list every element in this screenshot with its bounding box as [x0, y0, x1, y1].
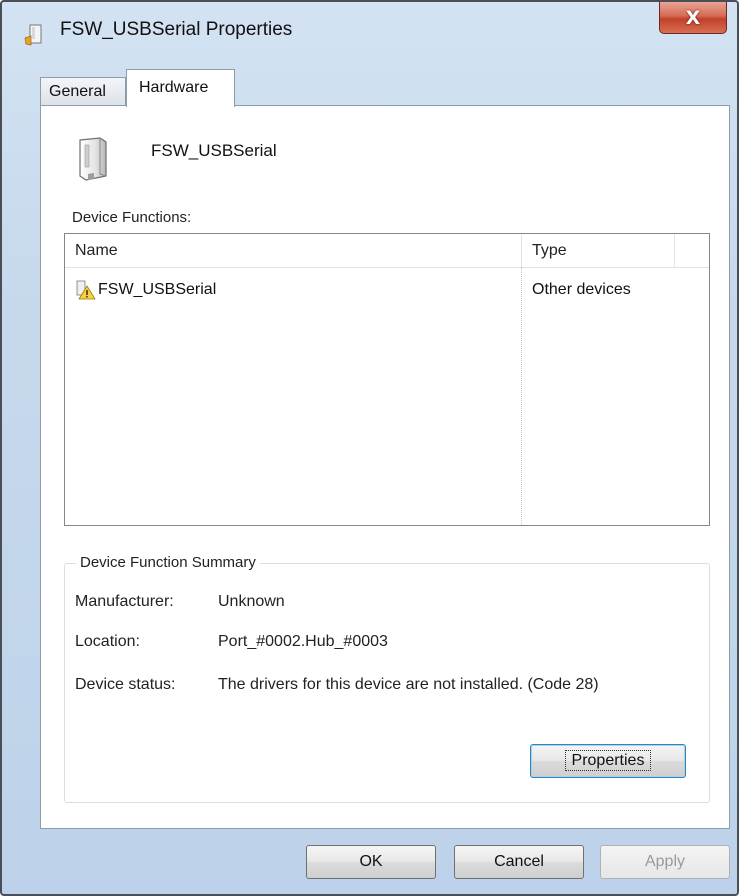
column-gridline: [521, 267, 522, 525]
hardware-tab-panel: FSW_USBSerial Device Functions: Name Typ…: [40, 105, 730, 829]
list-row[interactable]: FSW_USBSerial Other devices: [65, 274, 709, 304]
manufacturer-value: Unknown: [218, 593, 285, 610]
column-header-type[interactable]: Type: [532, 242, 567, 260]
column-header-name[interactable]: Name: [75, 242, 118, 260]
tab-general[interactable]: General: [40, 77, 126, 105]
device-status-label: Device status:: [75, 676, 176, 693]
close-button[interactable]: X: [659, 2, 727, 34]
tab-hardware[interactable]: Hardware: [126, 69, 235, 107]
manufacturer-label: Manufacturer:: [75, 593, 174, 610]
properties-button[interactable]: Properties: [530, 744, 686, 778]
list-header: Name Type: [65, 234, 709, 268]
warning-device-icon: [75, 280, 97, 305]
window-title: FSW_USBSerial Properties: [60, 19, 293, 40]
properties-dialog: FSW_USBSerial Properties X General Hardw…: [0, 0, 739, 896]
device-functions-list[interactable]: Name Type FSW_USBSerial Other devices: [64, 233, 710, 526]
properties-button-label: Properties: [564, 750, 652, 771]
column-divider[interactable]: [674, 234, 675, 267]
row-device-type: Other devices: [532, 281, 631, 298]
cancel-button[interactable]: Cancel: [454, 845, 584, 879]
column-divider[interactable]: [521, 234, 522, 267]
ok-button[interactable]: OK: [306, 845, 436, 879]
summary-title: Device Function Summary: [76, 554, 260, 571]
row-device-name: FSW_USBSerial: [98, 281, 217, 298]
apply-button[interactable]: Apply: [600, 845, 730, 879]
device-title-icon: [24, 24, 44, 51]
close-icon: X: [685, 6, 701, 29]
title-bar[interactable]: FSW_USBSerial Properties X: [2, 2, 737, 62]
device-name: FSW_USBSerial: [151, 141, 277, 160]
device-status-value: The drivers for this device are not inst…: [218, 676, 599, 693]
location-value: Port_#0002.Hub_#0003: [218, 633, 388, 650]
usb-device-icon: [76, 136, 110, 187]
location-label: Location:: [75, 633, 140, 650]
device-functions-label: Device Functions:: [72, 209, 192, 226]
